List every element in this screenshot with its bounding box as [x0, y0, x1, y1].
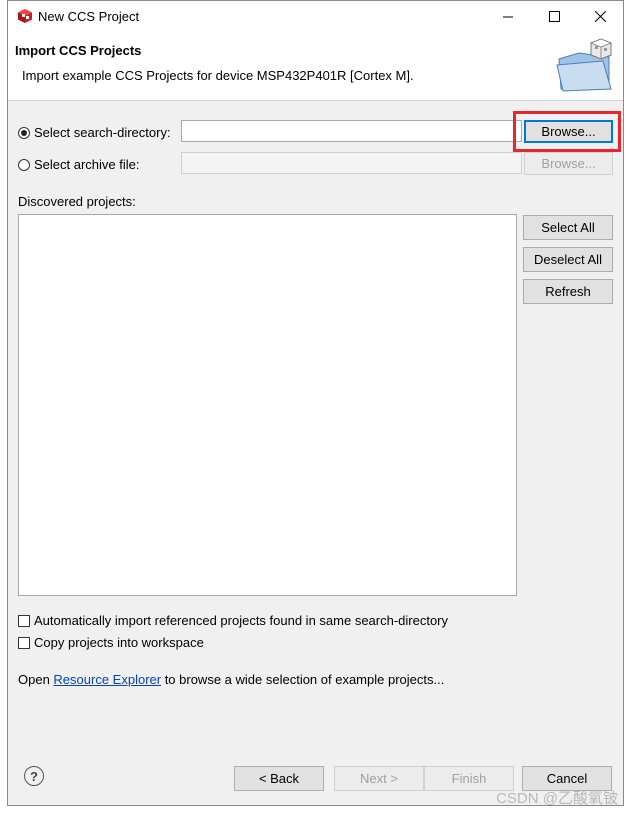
copy-projects-option[interactable]: Copy projects into workspace	[18, 635, 204, 650]
resource-explorer-text: Open Resource Explorer to browse a wide …	[18, 672, 444, 687]
discovered-projects-label: Discovered projects:	[18, 194, 136, 209]
maximize-icon	[548, 10, 560, 22]
wizard-header: Import CCS Projects Import example CCS P…	[8, 31, 623, 101]
minimize-button[interactable]	[485, 1, 531, 31]
search-directory-label: Select search-directory:	[34, 125, 171, 140]
copy-projects-checkbox[interactable]	[18, 636, 30, 649]
auto-import-checkbox[interactable]	[18, 614, 30, 627]
search-directory-radio[interactable]	[18, 126, 30, 139]
background-editor-right	[624, 0, 632, 814]
refresh-button[interactable]: Refresh	[523, 279, 613, 304]
select-all-button[interactable]: Select All	[523, 215, 613, 240]
help-icon[interactable]: ?	[24, 766, 44, 786]
close-icon	[594, 10, 606, 22]
folder-cube-icon	[556, 38, 613, 92]
search-directory-option[interactable]: Select search-directory:	[18, 125, 171, 140]
auto-import-option[interactable]: Automatically import referenced projects…	[18, 613, 448, 628]
deselect-all-button[interactable]: Deselect All	[523, 247, 613, 272]
resource-explorer-link[interactable]: Resource Explorer	[53, 672, 161, 687]
next-button[interactable]: Next >	[334, 766, 424, 791]
ccs-cube-icon	[18, 9, 32, 23]
window-title: New CCS Project	[38, 9, 140, 24]
copy-projects-label: Copy projects into workspace	[34, 635, 204, 650]
watermark-text: CSDN @乙酸氧铍	[496, 790, 618, 807]
discovered-projects-list[interactable]	[18, 214, 517, 596]
title-bar: New CCS Project	[8, 1, 623, 31]
browse-directory-button[interactable]: Browse...	[524, 120, 613, 143]
back-button[interactable]: < Back	[234, 766, 324, 791]
auto-import-label: Automatically import referenced projects…	[34, 613, 449, 628]
new-ccs-project-dialog: New CCS Project Import CCS Projects Impo…	[7, 0, 624, 806]
archive-file-option[interactable]: Select archive file:	[18, 157, 140, 172]
maximize-button[interactable]	[531, 1, 577, 31]
search-directory-input[interactable]	[181, 120, 522, 142]
browse-archive-button[interactable]: Browse...	[524, 152, 613, 175]
archive-file-input[interactable]	[181, 152, 522, 174]
close-button[interactable]	[577, 1, 623, 31]
minimize-icon	[502, 16, 513, 17]
archive-file-radio[interactable]	[18, 158, 30, 171]
resource-prefix: Open	[18, 672, 54, 687]
page-title: Import CCS Projects	[15, 43, 142, 58]
archive-file-label: Select archive file:	[34, 157, 140, 172]
resource-suffix: to browse a wide selection of example pr…	[161, 672, 445, 687]
page-description: Import example CCS Projects for device M…	[22, 68, 414, 83]
